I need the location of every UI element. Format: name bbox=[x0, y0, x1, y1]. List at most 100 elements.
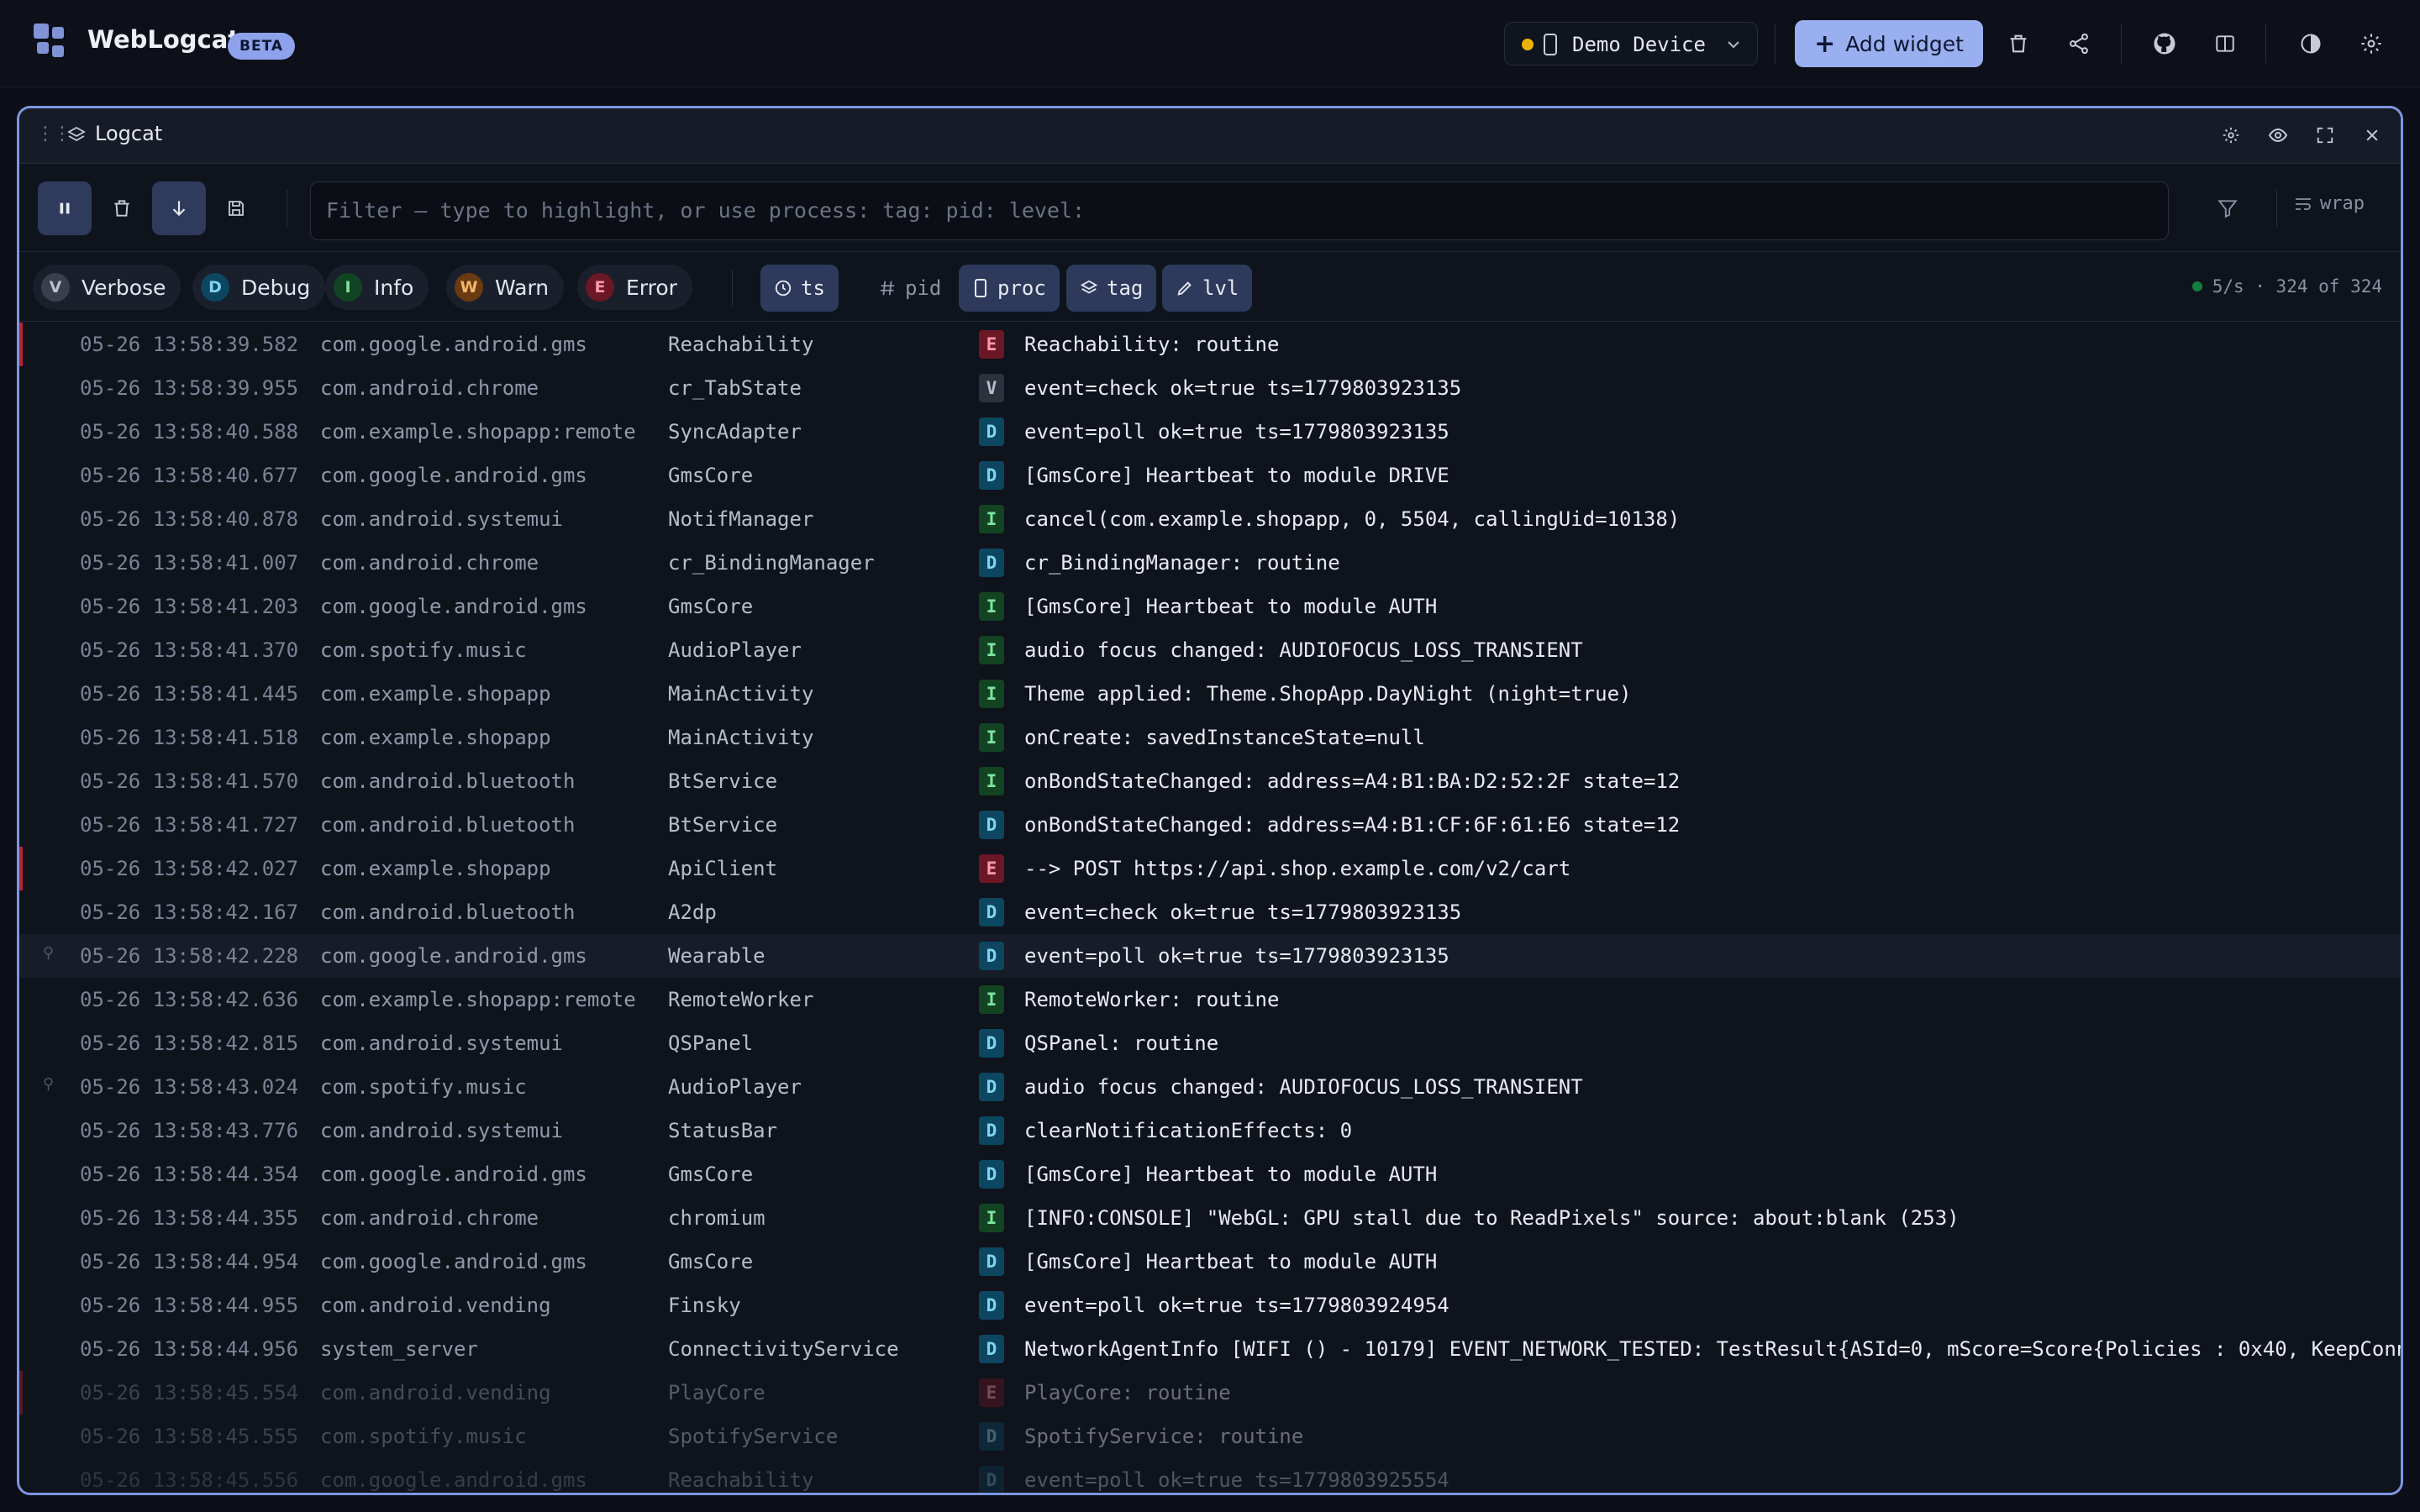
log-row[interactable]: ⚲ 05-26 13:58:43.024 com.spotify.music Audi… bbox=[19, 1065, 2401, 1109]
log-row[interactable]: 05-26 13:58:40.588 com.example.shopapp:re… bbox=[19, 410, 2401, 454]
add-widget-label: Add widget bbox=[1845, 31, 1964, 56]
log-process: com.google.android.gms bbox=[320, 1468, 587, 1492]
log-row[interactable]: 05-26 13:58:39.582 com.google.android.gms… bbox=[19, 323, 2401, 366]
log-level-badge: I bbox=[979, 636, 1004, 664]
drag-handle-icon[interactable]: ⋮⋮ bbox=[36, 123, 71, 144]
filter-button[interactable] bbox=[2201, 181, 2254, 235]
log-tag: AudioPlayer bbox=[668, 1075, 802, 1099]
contrast-icon[interactable] bbox=[2292, 25, 2329, 62]
save-button[interactable] bbox=[209, 181, 263, 235]
log-message: --> POST https://api.shop.example.com/v2… bbox=[1024, 857, 1571, 880]
log-row[interactable]: 05-26 13:58:41.007 com.android.chrome cr_B… bbox=[19, 541, 2401, 585]
level-chip-error[interactable]: E Error bbox=[577, 265, 692, 310]
log-timestamp: 05-26 13:58:42.027 bbox=[80, 857, 299, 880]
log-process: system_server bbox=[320, 1337, 478, 1361]
log-level-badge: D bbox=[979, 1160, 1004, 1189]
eye-icon[interactable] bbox=[2263, 120, 2293, 150]
log-process: com.example.shopapp bbox=[320, 726, 551, 749]
log-row[interactable]: 05-26 13:58:42.167 com.android.bluetooth A… bbox=[19, 890, 2401, 934]
header-divider bbox=[2265, 24, 2266, 64]
log-row[interactable]: 05-26 13:58:44.955 com.android.vending Fin… bbox=[19, 1284, 2401, 1327]
pin-icon[interactable]: ⚲ bbox=[43, 1075, 54, 1093]
error-marker bbox=[19, 847, 23, 890]
log-tag: GmsCore bbox=[668, 1250, 754, 1273]
column-toggle-proc[interactable]: proc bbox=[959, 265, 1060, 312]
log-message: event=poll ok=true ts=1779803923135 bbox=[1024, 420, 1449, 444]
log-row[interactable]: 05-26 13:58:41.570 com.android.bluetooth B… bbox=[19, 759, 2401, 803]
level-filter-bar: V Verbose D Debug I Info W Warn E Error … bbox=[19, 253, 2401, 322]
gear-icon[interactable] bbox=[2353, 25, 2390, 62]
log-row[interactable]: 05-26 13:58:41.727 com.android.bluetooth B… bbox=[19, 803, 2401, 847]
log-row[interactable]: 05-26 13:58:45.555 com.spotify.music Spoti… bbox=[19, 1415, 2401, 1458]
level-chip-info[interactable]: I Info bbox=[325, 265, 429, 310]
log-tag: cr_BindingManager bbox=[668, 551, 875, 575]
log-timestamp: 05-26 13:58:42.636 bbox=[80, 988, 299, 1011]
log-row[interactable]: 05-26 13:58:40.878 com.android.systemui No… bbox=[19, 497, 2401, 541]
level-chip-debug[interactable]: D Debug bbox=[192, 265, 326, 310]
log-tag: AudioPlayer bbox=[668, 638, 802, 662]
log-timestamp: 05-26 13:58:44.355 bbox=[80, 1206, 299, 1230]
log-row[interactable]: 05-26 13:58:44.354 com.google.android.gms… bbox=[19, 1152, 2401, 1196]
close-icon[interactable] bbox=[2357, 120, 2387, 150]
log-tag: Finsky bbox=[668, 1294, 741, 1317]
filter-input[interactable]: Filter — type to highlight, or use proce… bbox=[310, 181, 2169, 240]
column-toggle-ts[interactable]: ts bbox=[760, 265, 839, 312]
log-list[interactable]: 05-26 13:58:39.582 com.google.android.gms… bbox=[19, 323, 2401, 1493]
maximize-icon[interactable] bbox=[2310, 120, 2340, 150]
wrap-toggle[interactable]: wrap bbox=[2293, 193, 2365, 214]
log-row[interactable]: 05-26 13:58:41.518 com.example.shopapp Mai… bbox=[19, 716, 2401, 759]
log-message: cr_BindingManager: routine bbox=[1024, 551, 1340, 575]
pin-icon[interactable]: ⚲ bbox=[43, 944, 54, 962]
autoscroll-button[interactable] bbox=[152, 181, 206, 235]
app-title: WebLogcat bbox=[87, 25, 240, 54]
add-widget-button[interactable]: + Add widget bbox=[1795, 20, 1983, 67]
share-icon[interactable] bbox=[2060, 25, 2097, 62]
log-row[interactable]: 05-26 13:58:42.636 com.example.shopapp:re… bbox=[19, 978, 2401, 1021]
device-status-dot bbox=[1522, 39, 1534, 50]
device-selector[interactable]: Demo Device bbox=[1504, 22, 1758, 66]
log-tag: ConnectivityService bbox=[668, 1337, 899, 1361]
github-icon[interactable] bbox=[2146, 25, 2183, 62]
log-message: PlayCore: routine bbox=[1024, 1381, 1231, 1404]
log-row[interactable]: 05-26 13:58:39.955 com.android.chrome cr_T… bbox=[19, 366, 2401, 410]
log-row[interactable]: 05-26 13:58:43.776 com.android.systemui St… bbox=[19, 1109, 2401, 1152]
log-tag: cr_TabState bbox=[668, 376, 802, 400]
log-row[interactable]: 05-26 13:58:42.027 com.example.shopapp Api… bbox=[19, 847, 2401, 890]
log-row[interactable]: 05-26 13:58:44.954 com.google.android.gms… bbox=[19, 1240, 2401, 1284]
log-row[interactable]: 05-26 13:58:41.203 com.google.android.gms… bbox=[19, 585, 2401, 628]
log-process: com.android.systemui bbox=[320, 507, 563, 531]
log-row[interactable]: 05-26 13:58:40.677 com.google.android.gms… bbox=[19, 454, 2401, 497]
column-toggle-pid[interactable]: pid bbox=[865, 265, 955, 312]
log-process: com.spotify.music bbox=[320, 1425, 527, 1448]
log-process: com.google.android.gms bbox=[320, 333, 587, 356]
level-chip-verbose[interactable]: V Verbose bbox=[33, 265, 182, 310]
log-tag: NotifManager bbox=[668, 507, 814, 531]
level-chip-warn[interactable]: W Warn bbox=[446, 265, 565, 310]
column-label: ts bbox=[801, 276, 825, 300]
log-message: clearNotificationEffects: 0 bbox=[1024, 1119, 1353, 1142]
clear-logs-button[interactable] bbox=[95, 181, 149, 235]
layout-icon[interactable] bbox=[2207, 25, 2244, 62]
log-row[interactable]: 05-26 13:58:41.445 com.example.shopapp Mai… bbox=[19, 672, 2401, 716]
log-process: com.spotify.music bbox=[320, 638, 527, 662]
log-row[interactable]: 05-26 13:58:41.370 com.spotify.music Audio… bbox=[19, 628, 2401, 672]
log-timestamp: 05-26 13:58:45.556 bbox=[80, 1468, 299, 1492]
trash-icon[interactable] bbox=[2000, 25, 2037, 62]
log-timestamp: 05-26 13:58:40.878 bbox=[80, 507, 299, 531]
log-row[interactable]: 05-26 13:58:45.556 com.google.android.gms… bbox=[19, 1458, 2401, 1493]
column-toggle-tag[interactable]: tag bbox=[1066, 265, 1157, 312]
level-label: Verbose bbox=[82, 275, 166, 300]
log-message: onBondStateChanged: address=A4:B1:CF:6F:… bbox=[1024, 813, 1681, 837]
log-row[interactable]: 05-26 13:58:44.956 system_server Connectiv… bbox=[19, 1327, 2401, 1371]
widget-settings-icon[interactable] bbox=[2216, 120, 2246, 150]
device-label: Demo Device bbox=[1572, 33, 1706, 56]
phone-icon bbox=[1544, 34, 1557, 55]
log-row[interactable]: ⚲ 05-26 13:58:42.228 com.google.android.gm… bbox=[19, 934, 2401, 978]
trash-icon bbox=[114, 200, 129, 217]
log-row[interactable]: 05-26 13:58:42.815 com.android.systemui QS… bbox=[19, 1021, 2401, 1065]
pause-button[interactable] bbox=[38, 181, 92, 235]
log-row[interactable]: 05-26 13:58:44.355 com.android.chrome chro… bbox=[19, 1196, 2401, 1240]
level-label: Info bbox=[374, 275, 414, 300]
column-toggle-lvl[interactable]: lvl bbox=[1162, 265, 1253, 312]
log-row[interactable]: 05-26 13:58:45.554 com.android.vending Pla… bbox=[19, 1371, 2401, 1415]
